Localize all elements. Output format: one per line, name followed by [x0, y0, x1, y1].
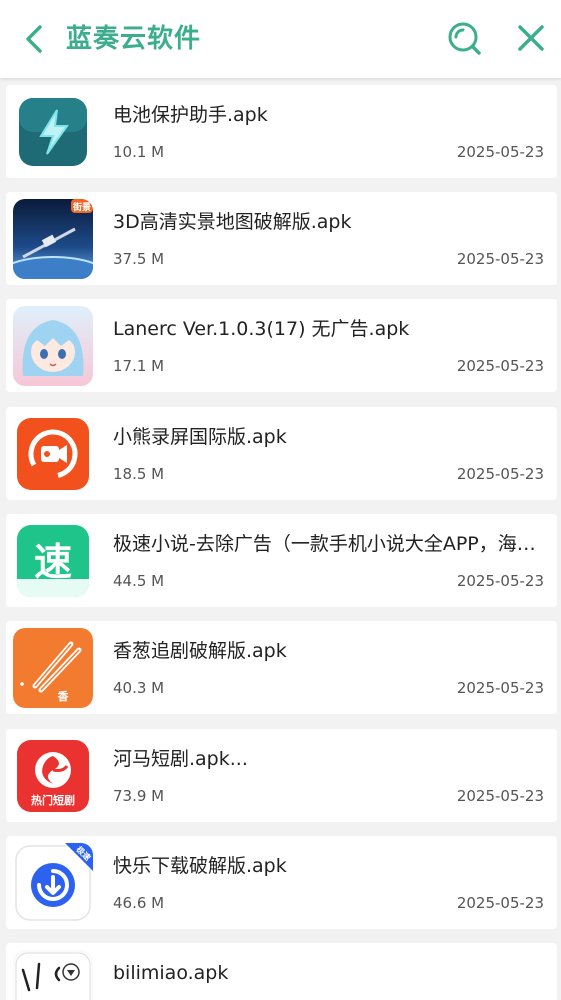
- chevron-left-icon: [26, 25, 42, 53]
- search-button[interactable]: [446, 20, 482, 56]
- file-size: 18.5 M: [113, 465, 165, 483]
- app-badge: 街景: [72, 201, 91, 213]
- file-list-item[interactable]: 香 香葱追剧破解版.apk 40.3 M 2025-05-23: [6, 621, 557, 714]
- file-date: 2025-05-23: [456, 787, 544, 805]
- file-list-item[interactable]: 速 极速小说-去除广告（一款手机小说大全APP，海量小说免费阅读）.apk 44…: [6, 514, 557, 607]
- top-bar: 蓝奏云软件: [0, 0, 561, 78]
- anime-girl-app-icon: [13, 306, 93, 386]
- file-list-item[interactable]: 热门短剧 河马短剧.apk... 73.9 M 2025-05-23: [6, 729, 557, 822]
- file-list-item[interactable]: Lanerc Ver.1.0.3(17) 无广告.apk 17.1 M 2025…: [6, 299, 557, 392]
- file-list-item[interactable]: bilimiao.apk: [6, 943, 557, 1000]
- file-size: 40.3 M: [113, 679, 165, 697]
- file-date: 2025-05-23: [456, 572, 544, 590]
- file-date: 2025-05-23: [456, 679, 544, 697]
- file-date: 2025-05-23: [456, 143, 544, 161]
- file-name: 快乐下载破解版.apk: [113, 855, 287, 877]
- satellite-map-app-icon: 街景: [13, 199, 93, 279]
- file-date: 2025-05-23: [456, 250, 544, 268]
- screen-recorder-app-icon: [13, 414, 93, 494]
- happy-download-app-icon: 极速: [13, 843, 93, 923]
- file-date: 2025-05-23: [456, 465, 544, 483]
- file-name: bilimiao.apk: [113, 962, 229, 984]
- file-size: 10.1 M: [113, 143, 165, 161]
- file-list-item[interactable]: 街景 3D高清实景地图破解版.apk 37.5 M 2025-05-23: [6, 192, 557, 285]
- search-icon: [448, 22, 481, 55]
- file-name: 极速小说-去除广告（一款手机小说大全APP，海量小说免费阅读）.apk: [113, 533, 547, 555]
- file-size: 17.1 M: [113, 357, 165, 375]
- file-name: 香葱追剧破解版.apk: [113, 640, 287, 662]
- file-date: 2025-05-23: [456, 357, 544, 375]
- file-list-item[interactable]: 小熊录屏国际版.apk 18.5 M 2025-05-23: [6, 407, 557, 500]
- file-size: 73.9 M: [113, 787, 165, 805]
- file-list-item[interactable]: 电池保护助手.apk 10.1 M 2025-05-23: [6, 85, 557, 178]
- file-list-item[interactable]: 极速 快乐下载破解版.apk 46.6 M 2025-05-23: [6, 836, 557, 929]
- file-name: Lanerc Ver.1.0.3(17) 无广告.apk: [113, 318, 410, 340]
- file-name: 3D高清实景地图破解版.apk: [113, 211, 352, 233]
- battery-bolt-app-icon: [13, 92, 93, 172]
- file-size: 44.5 M: [113, 572, 165, 590]
- app-root: 蓝奏云软件 电池保护助手.apk 10.1 M 2025-05-23 街景 3D…: [0, 0, 561, 1000]
- file-size: 46.6 M: [113, 894, 165, 912]
- file-size: 37.5 M: [113, 250, 165, 268]
- scallion-drama-app-icon: 香: [13, 628, 93, 708]
- app-glyph: 速: [34, 540, 72, 584]
- file-date: 2025-05-23: [456, 894, 544, 912]
- file-name: 河马短剧.apk...: [113, 748, 248, 770]
- bilimiao-app-icon: [13, 950, 93, 1000]
- close-icon: [518, 25, 544, 51]
- page-title: 蓝奏云软件: [66, 24, 202, 54]
- close-button[interactable]: [514, 20, 548, 56]
- speed-novel-app-icon: 速: [13, 521, 93, 601]
- app-glyph: 香: [57, 689, 70, 703]
- file-name: 小熊录屏国际版.apk: [113, 426, 287, 448]
- app-badge: 热门短剧: [31, 793, 75, 807]
- hippo-drama-app-icon: 热门短剧: [13, 736, 93, 816]
- back-button[interactable]: [18, 22, 50, 56]
- file-name: 电池保护助手.apk: [113, 104, 268, 126]
